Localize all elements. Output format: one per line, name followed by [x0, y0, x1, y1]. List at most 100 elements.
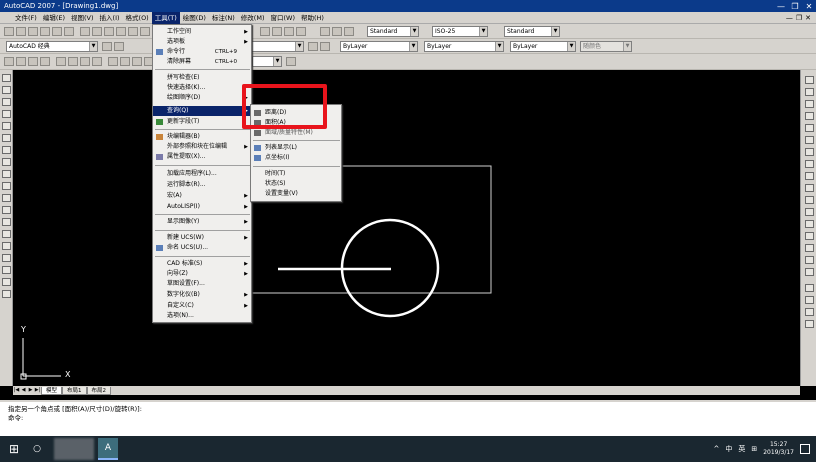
- clock[interactable]: 15:27 2019/3/17: [763, 441, 794, 457]
- workspace-combo[interactable]: AutoCAD 经典 ▼: [6, 41, 98, 52]
- command-window[interactable]: 指定另一个角点或 [面积(A)/尺寸(D)/旋转(R)]: 命令:: [0, 400, 816, 436]
- menu-edit[interactable]: 编辑(E): [40, 12, 68, 24]
- scale-icon[interactable]: [805, 160, 814, 168]
- menu-item-run-script[interactable]: 运行脚本(R)...: [153, 180, 251, 190]
- gradient-icon[interactable]: [2, 254, 11, 262]
- pan-icon[interactable]: [260, 27, 270, 36]
- circle-icon[interactable]: [2, 146, 11, 154]
- linear-dim-icon[interactable]: [4, 57, 14, 66]
- linetype-combo[interactable]: ByLayer ▼: [424, 41, 504, 52]
- menu-item-new-ucs[interactable]: 新建 UCS(W) ▶: [153, 233, 251, 243]
- menu-item-customize[interactable]: 自定义(C) ▶: [153, 301, 251, 311]
- doc-restore-button[interactable]: ❐: [796, 14, 802, 22]
- windows-icon[interactable]: ⊞: [0, 436, 28, 462]
- menu-tools[interactable]: 工具(T): [151, 11, 180, 24]
- draw-order-icon[interactable]: [805, 284, 814, 292]
- copy-icon[interactable]: [92, 27, 102, 36]
- break-icon[interactable]: [805, 220, 814, 228]
- menu-item-display-image[interactable]: 显示图像(Y) ▶: [153, 217, 251, 227]
- angular-icon[interactable]: [92, 57, 102, 66]
- bring-front-icon[interactable]: [805, 296, 814, 304]
- polyline-icon[interactable]: [2, 98, 11, 106]
- open-icon[interactable]: [16, 27, 26, 36]
- taskbar-app-thumbnail[interactable]: [54, 438, 94, 460]
- menu-item-load-application[interactable]: 加载应用程序(L)...: [153, 169, 251, 179]
- ellipse-arc-icon[interactable]: [2, 194, 11, 202]
- menu-item-inquiry[interactable]: 查询(Q) ▶: [153, 106, 251, 116]
- revcloud-icon[interactable]: [2, 158, 11, 166]
- dim-style-combo-2[interactable]: ▼: [252, 56, 282, 67]
- menu-item-clean-screen[interactable]: 清除屏幕 CTRL+0: [153, 57, 251, 67]
- doc-minimize-button[interactable]: —: [786, 14, 793, 22]
- tab-layout2[interactable]: 布局2: [86, 386, 112, 395]
- maximize-button[interactable]: ❐: [788, 0, 802, 12]
- menu-item-spelling[interactable]: 拼写检查(E): [153, 73, 251, 83]
- offset-icon[interactable]: [805, 112, 814, 120]
- paste-icon[interactable]: [104, 27, 114, 36]
- radius-icon[interactable]: [56, 57, 66, 66]
- redo-icon[interactable]: [140, 27, 150, 36]
- autocad-taskbar-button[interactable]: A: [98, 438, 118, 460]
- menu-item-mass-properties[interactable]: 面域/质量特性(M): [251, 128, 341, 138]
- break-point-icon[interactable]: [805, 208, 814, 216]
- search-icon[interactable]: ○: [28, 444, 46, 454]
- notification-icon[interactable]: [800, 444, 810, 454]
- join-icon[interactable]: [805, 232, 814, 240]
- zoom-icon[interactable]: [272, 27, 282, 36]
- menu-item-options[interactable]: 选项(N)...: [153, 311, 251, 321]
- menu-dimension[interactable]: 标注(N): [209, 12, 238, 24]
- publish-icon[interactable]: [64, 27, 74, 36]
- menu-item-autolisp[interactable]: AutoLISP(I) ▶: [153, 202, 251, 212]
- prev-tab-icon[interactable]: ◀: [20, 387, 27, 394]
- bring-above-icon[interactable]: [805, 320, 814, 328]
- doc-close-button[interactable]: ✕: [805, 14, 811, 22]
- color-combo[interactable]: ByLayer ▼: [340, 41, 418, 52]
- properties-icon[interactable]: [320, 27, 330, 36]
- workspace-settings-icon[interactable]: [102, 42, 112, 51]
- fillet-icon[interactable]: [805, 256, 814, 264]
- menu-item-tablet[interactable]: 数字化仪(B) ▶: [153, 290, 251, 300]
- menu-item-list[interactable]: 列表显示(L): [251, 143, 341, 153]
- dim-style-icon[interactable]: [286, 57, 296, 66]
- trim-icon[interactable]: [805, 184, 814, 192]
- arc-length-icon[interactable]: [28, 57, 38, 66]
- copy-object-icon[interactable]: [805, 88, 814, 96]
- menu-file[interactable]: 文件(F): [12, 12, 40, 24]
- make-current-icon[interactable]: [308, 42, 318, 51]
- close-button[interactable]: ✕: [802, 0, 816, 12]
- make-block-icon[interactable]: [2, 218, 11, 226]
- text-style-combo[interactable]: Standard ▼: [367, 26, 419, 37]
- menu-item-cad-standards[interactable]: CAD 标准(S) ▶: [153, 259, 251, 269]
- ordinate-icon[interactable]: [40, 57, 50, 66]
- extend-icon[interactable]: [805, 196, 814, 204]
- tab-layout1[interactable]: 布局1: [62, 386, 87, 395]
- design-center-icon[interactable]: [332, 27, 342, 36]
- menu-draw[interactable]: 绘图(D): [180, 12, 209, 24]
- menu-item-set-variable[interactable]: 设置变量(V): [251, 189, 341, 199]
- rectangle-icon[interactable]: [2, 122, 11, 130]
- menu-item-update-fields[interactable]: 更新字段(T): [153, 117, 251, 127]
- aligned-dim-icon[interactable]: [16, 57, 26, 66]
- help-icon[interactable]: [344, 27, 354, 36]
- keyboard-icon[interactable]: ⊞: [751, 445, 757, 453]
- next-tab-icon[interactable]: ▶: [27, 387, 34, 394]
- command-prompt[interactable]: 命令:: [0, 414, 816, 423]
- menu-item-quick-select[interactable]: 快速选择(K)...: [153, 83, 251, 93]
- lineweight-combo[interactable]: ByLayer ▼: [510, 41, 576, 52]
- menu-item-xref-edit[interactable]: 外部参照和块在位编辑 ▶: [153, 142, 251, 152]
- menu-item-command-line[interactable]: 命令行 CTRL+9: [153, 47, 251, 57]
- menu-item-block-editor[interactable]: 块编辑器(B): [153, 132, 251, 142]
- stretch-icon[interactable]: [805, 172, 814, 180]
- menu-format[interactable]: 格式(O): [123, 12, 152, 24]
- tray-expand-icon[interactable]: ^: [713, 445, 719, 453]
- hatch-icon[interactable]: [2, 242, 11, 250]
- tab-model[interactable]: 模型: [41, 386, 63, 395]
- line-icon[interactable]: [2, 74, 11, 82]
- move-icon[interactable]: [805, 136, 814, 144]
- menu-item-macro[interactable]: 宏(A) ▶: [153, 191, 251, 201]
- construction-line-icon[interactable]: [2, 86, 11, 94]
- baseline-icon[interactable]: [120, 57, 130, 66]
- new-icon[interactable]: [4, 27, 14, 36]
- menu-modify[interactable]: 修改(M): [238, 12, 268, 24]
- menu-item-draw-order[interactable]: 绘图顺序(D) ▶: [153, 93, 251, 103]
